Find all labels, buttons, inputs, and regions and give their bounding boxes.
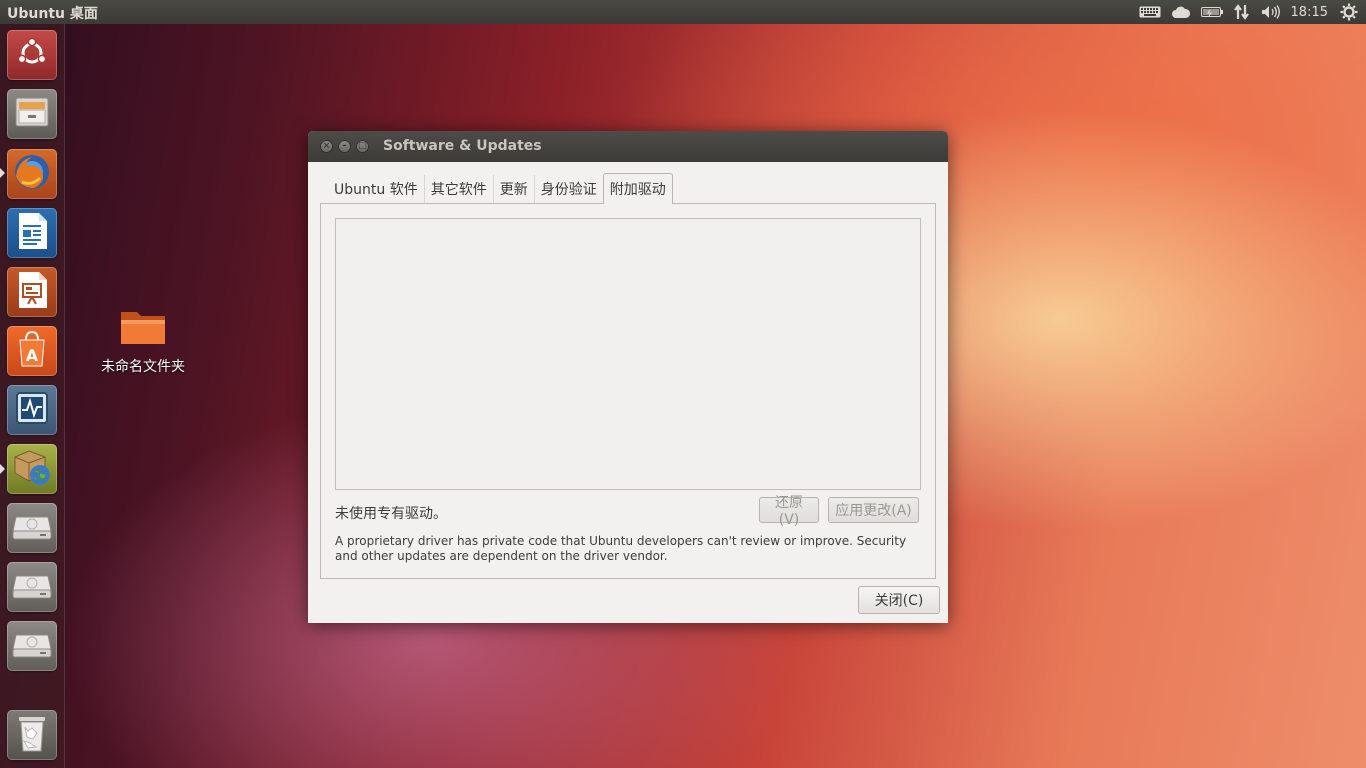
network-updown-icon[interactable] [1233,0,1251,24]
proprietary-driver-info: A proprietary driver has private code th… [335,534,907,563]
driver-status-text: 未使用专有驱动。 [335,506,447,522]
drive-icon [12,511,52,545]
driver-list[interactable] [335,218,921,490]
launcher-firefox-button[interactable] [7,149,57,199]
launcher-system-monitor-button[interactable] [7,385,57,435]
indicator-area: 18:15 [1139,0,1366,24]
ubuntu-logo-icon [15,36,49,74]
folder-icon [119,312,167,352]
drive-icon [12,570,52,604]
battery-icon[interactable] [1200,0,1223,24]
software-center-icon: A [14,330,50,372]
cloud-icon[interactable] [1171,0,1191,24]
software-updates-running-indicator [0,464,5,474]
drive-icon [12,629,52,663]
additional-drivers-panel: 未使用专有驱动。 还原(V) 应用更改(A) A proprietary dri… [320,203,936,579]
volume-icon[interactable] [1261,0,1281,24]
launcher-drive-1-button[interactable] [7,503,57,553]
tab-additional-drivers[interactable]: 附加驱动 [602,173,673,204]
top-panel: Ubuntu 桌面 18:15 [0,0,1366,24]
close-button[interactable]: 关闭(C) [858,586,940,614]
keyboard-icon[interactable] [1139,0,1161,24]
tab-bar: Ubuntu 软件 其它软件 更新 身份验证 附加驱动 [328,173,673,204]
launcher-drive-3-button[interactable] [7,621,57,671]
firefox-running-indicator [0,168,5,178]
minimize-window-button[interactable]: – [338,140,351,153]
desktop-folder[interactable]: 未命名文件夹 [98,306,188,376]
desktop-folder-label: 未命名文件夹 [101,359,185,375]
revert-button[interactable]: 还原(V) [759,495,819,528]
launcher-software-updates-button[interactable] [7,444,57,494]
writer-icon [15,211,49,255]
launcher: A [0,24,65,768]
launcher-files-button[interactable] [7,89,57,139]
tab-other-software[interactable]: 其它软件 [425,175,494,203]
software-updates-icon [12,447,52,491]
impress-icon [15,270,49,314]
launcher-drive-2-button[interactable] [7,562,57,612]
svg-text:A: A [26,346,39,365]
launcher-trash-button[interactable] [7,710,57,760]
session-gear-icon[interactable] [1340,0,1358,24]
tab-authentication[interactable]: 身份验证 [535,175,603,203]
apply-changes-button[interactable]: 应用更改(A) [828,497,919,523]
maximize-window-button[interactable]: □ [356,140,369,153]
clock[interactable]: 18:15 [1291,0,1328,24]
file-cabinet-icon [13,94,51,134]
launcher-impress-button[interactable] [7,267,57,317]
software-updates-dialog: × – □ Software & Updates Ubuntu 软件 其它软件 … [308,131,948,623]
dialog-title: Software & Updates [383,138,542,154]
launcher-dash-button[interactable] [7,30,57,80]
close-window-button[interactable]: × [320,140,333,153]
launcher-software-center-button[interactable]: A [7,326,57,376]
system-monitor-icon [14,390,50,430]
firefox-icon [12,152,52,196]
tab-ubuntu-software[interactable]: Ubuntu 软件 [328,175,425,203]
dialog-titlebar[interactable]: × – □ Software & Updates [308,131,948,162]
trash-icon [15,713,49,757]
active-app-title: Ubuntu 桌面 [7,6,98,22]
tab-updates[interactable]: 更新 [494,175,535,203]
launcher-writer-button[interactable] [7,208,57,258]
